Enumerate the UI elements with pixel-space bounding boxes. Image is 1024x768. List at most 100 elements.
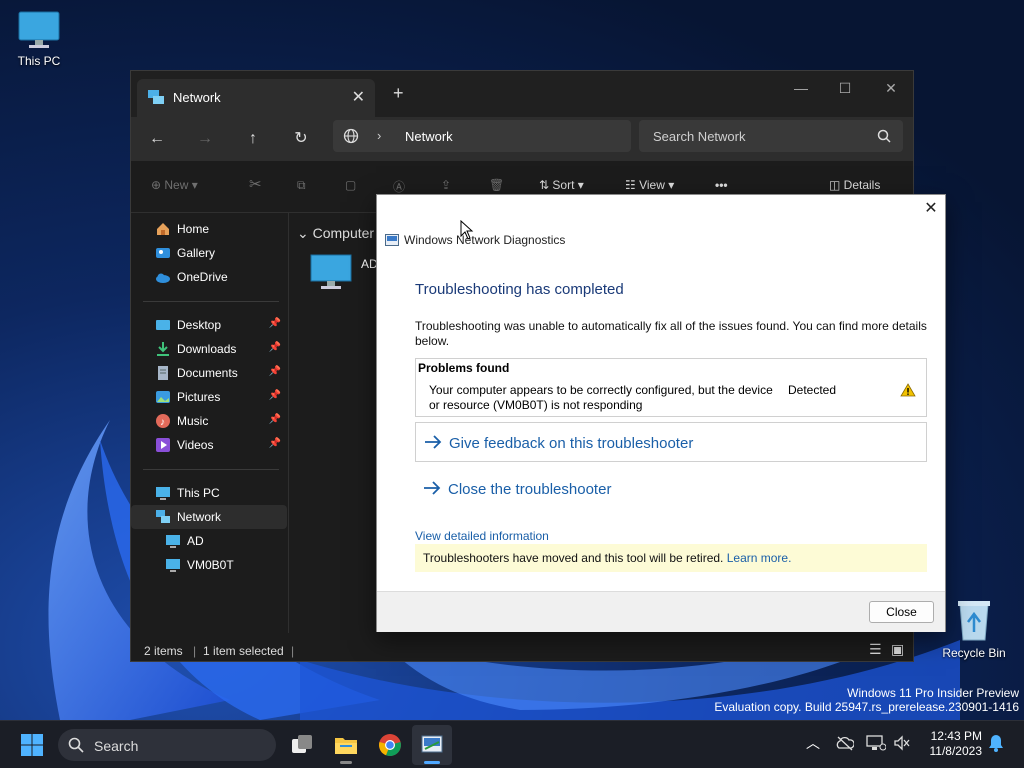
sidebar-item-music[interactable]: ♪ Music 📌 <box>131 409 287 433</box>
running-indicator <box>424 761 440 764</box>
sidebar-item-ad[interactable]: AD <box>141 529 297 553</box>
new-tab-button[interactable]: + <box>393 83 404 104</box>
warning-icon <box>900 383 916 397</box>
minimize-button[interactable]: — <box>779 75 823 101</box>
sidebar-item-label: Videos <box>177 438 214 452</box>
tiles-view-icon[interactable]: ▣ <box>891 641 904 658</box>
onedrive-cloud-icon <box>156 273 170 283</box>
desktop-icon-recycle-bin[interactable]: Recycle Bin <box>942 598 1006 660</box>
network-icon <box>148 90 164 104</box>
mouse-pointer-icon <box>460 220 474 240</box>
taskbar-network-diagnostics[interactable] <box>412 725 452 765</box>
desktop-icon-this-pc[interactable]: This PC <box>7 10 71 68</box>
sidebar-item-downloads[interactable]: Downloads 📌 <box>131 337 287 361</box>
copy-icon[interactable]: ⧉ <box>297 178 306 193</box>
group-header-computer[interactable]: ⌄ Computer <box>297 225 374 242</box>
sort-label: Sort <box>552 178 575 192</box>
dialog-close-icon[interactable]: ✕ <box>923 201 939 217</box>
delete-icon[interactable]: 🗑 <box>489 178 504 192</box>
system-clock[interactable]: 12:43 PM 11/8/2023 <box>918 729 983 759</box>
details-view-icon[interactable]: ☰ <box>869 641 882 658</box>
address-bar[interactable]: › Network <box>333 120 631 152</box>
sidebar-item-network[interactable]: Network <box>131 505 287 529</box>
tab-network[interactable]: Network ✕ <box>137 79 375 117</box>
close-troubleshooter-link[interactable]: Close the troubleshooter <box>415 469 927 509</box>
sort-button[interactable]: ⇅ Sort ▾ <box>539 178 584 192</box>
network-diagnostics-dialog: ✕ Windows Network Diagnostics Troublesho… <box>376 194 946 632</box>
watermark-build: Evaluation copy. Build 25947.rs_prerelea… <box>714 700 1019 714</box>
sidebar-item-this-pc[interactable]: This PC <box>131 481 287 505</box>
arrow-right-icon <box>425 435 442 449</box>
dialog-title: Windows Network Diagnostics <box>404 233 566 247</box>
computer-icon <box>166 559 180 572</box>
folder-icon <box>335 738 357 754</box>
desktop-folder-icon <box>156 320 170 330</box>
give-feedback-link[interactable]: Give feedback on this troubleshooter <box>415 422 927 462</box>
sidebar-item-documents[interactable]: Documents 📌 <box>131 361 287 385</box>
network-status-icon[interactable] <box>866 735 886 751</box>
explorer-tab-bar: Network ✕ + — ☐ ✕ <box>131 71 913 117</box>
learn-more-link[interactable]: Learn more. <box>727 551 792 565</box>
tab-close-icon[interactable]: ✕ <box>352 87 365 107</box>
taskbar: Search ︿ 12:43 PM 11/8/2023 <box>0 720 1024 768</box>
sidebar-item-home[interactable]: Home <box>131 217 287 241</box>
network-diagnostics-icon <box>385 234 399 246</box>
back-arrow-icon[interactable]: ← <box>143 125 171 153</box>
home-icon <box>157 223 169 235</box>
volume-muted-icon[interactable] <box>893 735 911 751</box>
sidebar-item-label: Downloads <box>177 342 237 356</box>
refresh-icon[interactable]: ↻ <box>287 125 315 153</box>
taskbar-search-input[interactable]: Search <box>58 729 276 761</box>
details-button[interactable]: ◫ Details <box>829 178 880 192</box>
tab-title: Network <box>173 90 221 105</box>
show-hidden-icons-chevron-icon[interactable]: ︿ <box>806 733 820 753</box>
task-view-icon <box>292 735 312 753</box>
sidebar-item-vm0b0t[interactable]: VM0B0T <box>141 553 297 577</box>
taskbar-file-explorer[interactable] <box>326 725 366 765</box>
sidebar-item-label: OneDrive <box>177 270 228 284</box>
running-indicator <box>340 761 352 764</box>
dialog-description: Troubleshooting was unable to automatica… <box>415 319 927 348</box>
sidebar-item-label: Home <box>177 222 210 236</box>
taskbar-chrome[interactable] <box>370 725 410 765</box>
sidebar-item-label: Network <box>177 510 222 524</box>
sidebar-item-label: Music <box>177 414 209 428</box>
close-troubleshooter-label: Close the troubleshooter <box>448 481 612 498</box>
sidebar-item-gallery[interactable]: Gallery <box>131 241 287 265</box>
breadcrumb-network[interactable]: Network <box>405 129 453 144</box>
status-bar: 2 items | 1 item selected | ☰ ▣ <box>131 637 913 661</box>
details-label: Details <box>843 178 881 192</box>
task-view-button[interactable] <box>282 725 322 765</box>
sidebar-item-videos[interactable]: Videos 📌 <box>131 433 287 457</box>
onedrive-offline-cloud-icon[interactable] <box>836 735 854 751</box>
sidebar-item-label: This PC <box>177 486 220 500</box>
share-icon[interactable]: ⇪ <box>441 178 451 192</box>
breadcrumb-chevron-icon: › <box>377 128 382 143</box>
maximize-button[interactable]: ☐ <box>823 75 867 101</box>
sidebar-item-pictures[interactable]: Pictures 📌 <box>131 385 287 409</box>
cut-icon[interactable]: ✂ <box>249 175 262 193</box>
start-button[interactable] <box>12 725 52 765</box>
pin-icon: 📌 <box>268 342 281 353</box>
sidebar-item-desktop[interactable]: Desktop 📌 <box>131 313 287 337</box>
download-icon <box>157 342 169 356</box>
search-input[interactable]: Search Network <box>639 120 903 152</box>
view-detailed-information-link[interactable]: View detailed information <box>415 529 549 543</box>
more-options-button[interactable]: ••• <box>715 178 728 192</box>
sidebar-item-onedrive[interactable]: OneDrive <box>131 265 287 289</box>
close-button[interactable]: Close <box>869 601 934 623</box>
desktop-icon-label: This PC <box>17 54 61 68</box>
up-arrow-icon[interactable]: ↑ <box>239 125 267 153</box>
pictures-icon <box>156 391 170 403</box>
problems-found-panel: Problems found Your computer appears to … <box>415 358 927 417</box>
close-window-button[interactable]: ✕ <box>869 75 913 101</box>
paste-icon[interactable]: ▢ <box>345 178 356 192</box>
rename-icon[interactable]: Ⓐ <box>393 178 405 195</box>
watermark-edition: Windows 11 Pro Insider Preview <box>847 686 1019 700</box>
sidebar-item-label: Pictures <box>177 390 221 404</box>
new-button[interactable]: ⊕ New ▾ <box>151 178 198 192</box>
forward-arrow-icon[interactable]: → <box>191 125 219 153</box>
view-button[interactable]: ☷ View ▾ <box>625 178 674 192</box>
notification-bell-icon[interactable] <box>988 734 1004 752</box>
gallery-icon <box>156 248 170 258</box>
